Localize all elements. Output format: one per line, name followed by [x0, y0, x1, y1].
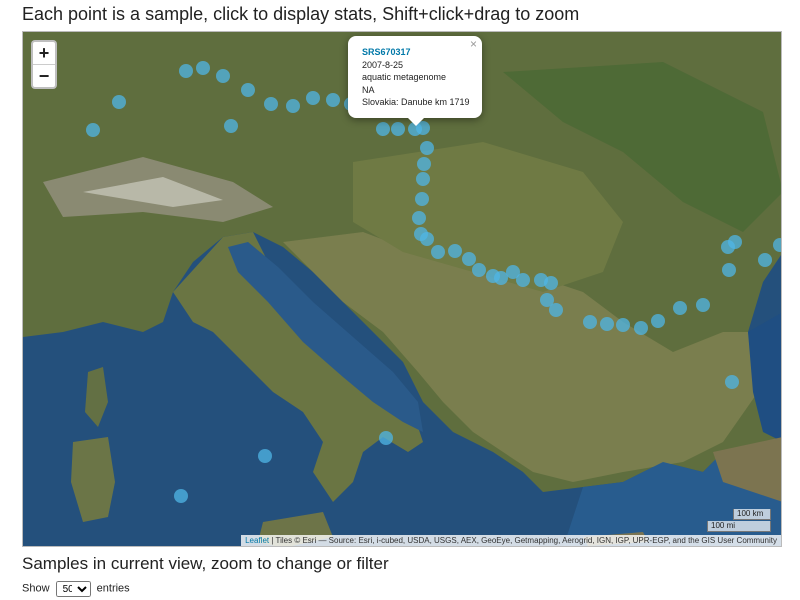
sample-marker[interactable] — [379, 431, 393, 445]
sample-marker[interactable] — [494, 271, 508, 285]
leaflet-link[interactable]: Leaflet — [245, 536, 269, 545]
sample-marker[interactable] — [634, 321, 648, 335]
sample-marker[interactable] — [472, 263, 486, 277]
sample-marker[interactable] — [651, 314, 665, 328]
sample-marker[interactable] — [431, 245, 445, 259]
sample-date: 2007-8-25 — [362, 59, 404, 70]
sample-metagenome: aquatic metagenome — [362, 72, 447, 82]
sample-marker[interactable] — [725, 375, 739, 389]
entries-label: entries — [96, 582, 130, 595]
sample-popup: × SRS670317 2007-8-25 aquatic metagenome… — [348, 36, 482, 126]
sample-marker[interactable] — [583, 315, 597, 329]
sample-marker[interactable] — [420, 232, 434, 246]
sample-marker[interactable] — [326, 93, 340, 107]
sample-marker[interactable] — [420, 141, 434, 155]
zoom-in-button[interactable]: + — [33, 42, 55, 65]
sample-marker[interactable] — [412, 211, 426, 225]
sample-marker[interactable] — [241, 83, 255, 97]
sample-marker[interactable] — [306, 91, 320, 105]
sample-marker[interactable] — [196, 61, 210, 75]
sample-marker[interactable] — [224, 119, 238, 133]
page-title: Each point is a sample, click to display… — [22, 4, 580, 24]
tiles-attribution-text: | Tiles © Esri — Source: Esri, i-cubed, … — [269, 536, 777, 545]
sample-marker[interactable] — [391, 122, 405, 136]
sample-marker[interactable] — [516, 273, 530, 287]
sample-marker[interactable] — [673, 301, 687, 315]
sample-marker[interactable] — [416, 172, 430, 186]
sample-marker[interactable] — [722, 263, 736, 277]
zoom-out-button[interactable]: − — [33, 65, 55, 87]
sample-marker[interactable] — [286, 99, 300, 113]
sample-marker[interactable] — [179, 64, 193, 78]
sample-marker[interactable] — [174, 489, 188, 503]
sample-marker[interactable] — [728, 235, 742, 249]
sample-marker[interactable] — [758, 253, 772, 267]
sample-marker[interactable] — [258, 449, 272, 463]
sample-marker[interactable] — [415, 192, 429, 206]
sample-id-link[interactable]: SRS670317 — [362, 46, 470, 59]
page-size-control: Show 50 entries — [22, 581, 130, 597]
table-heading: Samples in current view, zoom to change … — [22, 554, 389, 573]
sample-extra: NA — [362, 84, 375, 95]
page-size-select[interactable]: 50 — [55, 581, 91, 597]
sample-marker[interactable] — [376, 122, 390, 136]
sample-marker[interactable] — [448, 244, 462, 258]
sample-marker[interactable] — [600, 317, 614, 331]
sample-marker[interactable] — [112, 95, 126, 109]
sample-marker[interactable] — [86, 123, 100, 137]
map-attribution: Leaflet | Tiles © Esri — Source: Esri, i… — [241, 535, 781, 546]
sample-marker[interactable] — [544, 276, 558, 290]
sample-marker[interactable] — [216, 69, 230, 83]
sample-marker[interactable] — [616, 318, 630, 332]
sample-marker[interactable] — [417, 157, 431, 171]
sample-marker[interactable] — [696, 298, 710, 312]
scale-km: 100 km — [733, 509, 771, 520]
scale-mi: 100 mi — [707, 521, 771, 532]
sample-marker[interactable] — [264, 97, 278, 111]
zoom-control: + − — [31, 40, 57, 89]
popup-close-button[interactable]: × — [470, 38, 477, 51]
show-label: Show — [22, 582, 50, 595]
sample-marker[interactable] — [462, 252, 476, 266]
sample-location: Slovakia: Danube km 1719 — [362, 97, 470, 107]
sample-marker[interactable] — [549, 303, 563, 317]
map[interactable]: + − × SRS670317 2007-8-25 aquatic metage… — [22, 31, 782, 547]
